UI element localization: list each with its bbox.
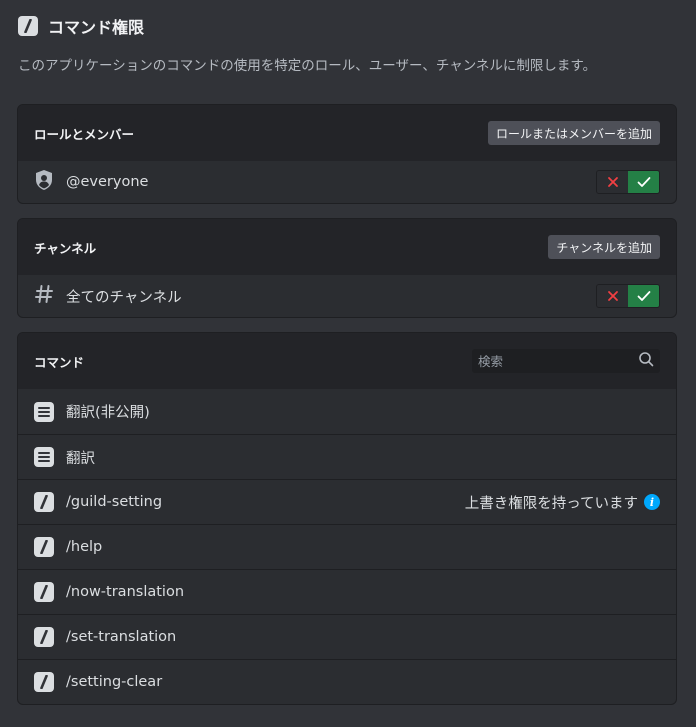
permission-row-everyone: @everyone (18, 161, 676, 203)
channel-label: 全てのチャンネル (66, 289, 182, 306)
command-row[interactable]: /help (18, 524, 676, 569)
deny-button[interactable] (597, 285, 628, 307)
command-row[interactable]: /set-translation (18, 614, 676, 659)
command-row[interactable]: /setting-clear (18, 659, 676, 704)
channels-card: チャンネル チャンネルを追加 全てのチャンネル (17, 218, 677, 318)
slash-command-icon (34, 537, 54, 557)
commands-card: コマンド 翻訳(非公開) 翻訳 (17, 332, 677, 705)
command-label: 翻訳(非公開) (66, 405, 150, 421)
roles-members-header: ロールとメンバー ロールまたはメンバーを追加 (18, 105, 676, 161)
slash-command-icon (34, 582, 54, 602)
command-search (472, 349, 660, 373)
role-shield-icon (34, 169, 54, 195)
check-icon (637, 291, 650, 301)
info-icon[interactable]: i (644, 494, 660, 510)
role-label: @everyone (66, 174, 149, 190)
check-icon (637, 177, 650, 187)
override-text: 上書き権限を持っています (464, 495, 638, 512)
permission-row-all-channels: 全てのチャンネル (18, 275, 676, 317)
commands-title: コマンド (34, 354, 85, 370)
command-label: /help (66, 539, 103, 555)
roles-members-card: ロールとメンバー ロールまたはメンバーを追加 @everyone (17, 104, 677, 204)
permission-toggle (596, 170, 660, 194)
slash-command-icon (18, 16, 38, 36)
command-label: /setting-clear (66, 674, 163, 690)
commands-header: コマンド (18, 333, 676, 389)
slash-command-icon (34, 672, 54, 692)
command-row[interactable]: /guild-setting 上書き権限を持っています i (18, 479, 676, 524)
search-icon[interactable] (638, 351, 654, 371)
command-label: /now-translation (66, 584, 185, 600)
page-subtitle: このアプリケーションのコマンドの使用を特定のロール、ユーザー、チャンネルに制限し… (18, 58, 597, 74)
allow-button[interactable] (628, 285, 659, 307)
allow-button[interactable] (628, 171, 659, 193)
command-list: 翻訳(非公開) 翻訳 /guild-setting 上書き権限を持っています i (18, 389, 676, 704)
deny-button[interactable] (597, 171, 628, 193)
add-role-or-member-button[interactable]: ロールまたはメンバーを追加 (487, 121, 660, 145)
command-label: /set-translation (66, 629, 177, 645)
permission-toggle (596, 284, 660, 308)
roles-members-title: ロールとメンバー (34, 126, 135, 142)
command-row[interactable]: 翻訳(非公開) (18, 389, 676, 434)
override-indicator: 上書き権限を持っています i (465, 492, 660, 513)
add-channel-button[interactable]: チャンネルを追加 (548, 235, 660, 259)
message-command-icon (34, 447, 54, 467)
command-label: 翻訳 (66, 450, 95, 467)
channels-title: チャンネル (34, 240, 97, 256)
x-icon (607, 177, 618, 187)
hash-icon (34, 284, 54, 308)
command-row[interactable]: /now-translation (18, 569, 676, 614)
slash-command-icon (34, 627, 54, 647)
message-command-icon (34, 401, 54, 422)
command-label: /guild-setting (66, 494, 163, 510)
command-row[interactable]: 翻訳 (18, 434, 676, 479)
search-input[interactable] (478, 353, 638, 369)
x-icon (607, 291, 618, 301)
page-header: コマンド権限 (18, 14, 144, 38)
page-title: コマンド権限 (48, 18, 145, 37)
channels-header: チャンネル チャンネルを追加 (18, 219, 676, 275)
slash-command-icon (34, 492, 54, 512)
